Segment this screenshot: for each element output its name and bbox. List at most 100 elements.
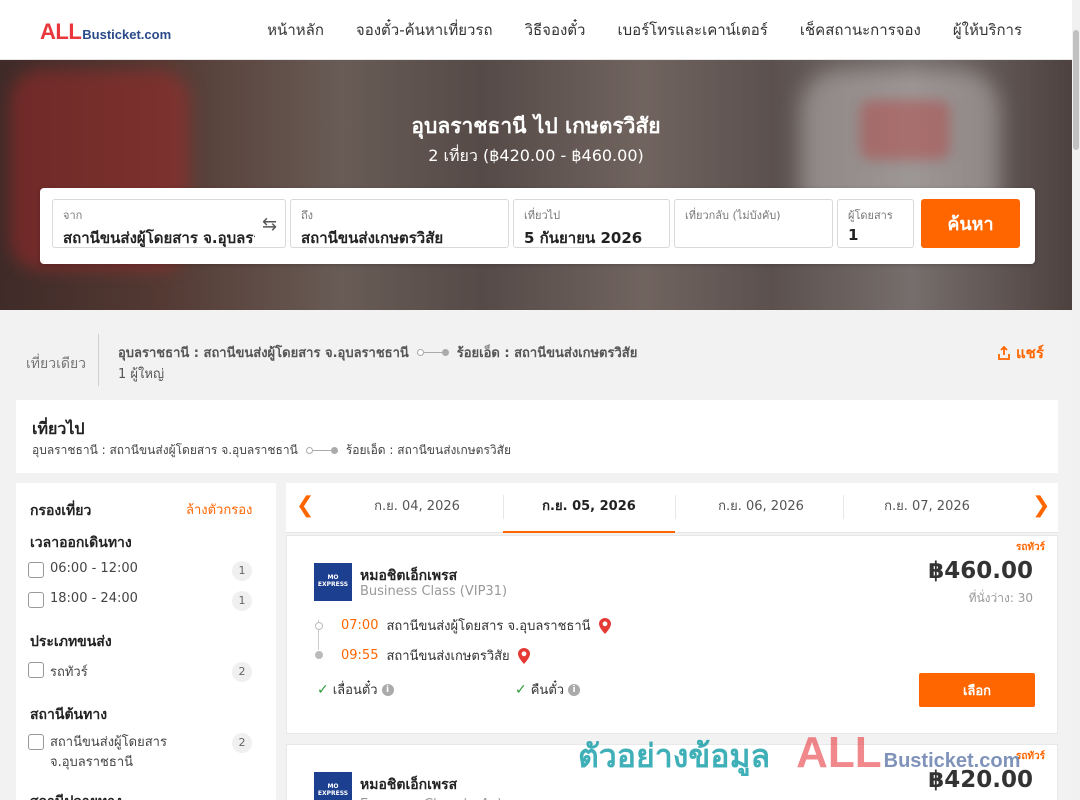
info-icon[interactable]: i — [568, 683, 581, 696]
operator-logo-text: MO EXPRESS — [317, 783, 349, 797]
date-tab-2-active[interactable]: ก.ย. 05, 2026 — [503, 483, 675, 533]
departure-time: 07:00 — [341, 618, 379, 633]
feature-label: เลื่อนตั๋ว — [332, 683, 378, 698]
filter-group-destination-station: สถานีปลายทาง — [30, 791, 122, 800]
select-trip-button[interactable]: เลือก — [919, 673, 1035, 707]
ticket-price: ฿420.00 — [928, 767, 1033, 793]
vehicle-type-badge: รถทัวร์ — [1015, 542, 1045, 553]
ticket-price: ฿460.00 — [928, 558, 1033, 584]
map-pin-icon[interactable] — [598, 617, 611, 634]
nav-home[interactable]: หน้าหลัก — [267, 18, 324, 42]
filter-option-origin-station[interactable]: สถานีขนส่งผู้โดยสาร จ.อุบลราชธานี — [28, 733, 167, 773]
check-icon: ✓ — [317, 681, 329, 698]
logo-main: ALL — [40, 19, 82, 44]
date-tab-4[interactable]: ก.ย. 07, 2026 — [841, 483, 1013, 533]
filter-title: กรองเที่ยว — [30, 503, 92, 519]
seat-class: Business Class (VIP31) — [360, 584, 508, 599]
filter-option-label: 18:00 - 24:00 — [50, 591, 138, 606]
nav-operators[interactable]: ผู้ให้บริการ — [953, 18, 1022, 42]
operator-logo-text: MO EXPRESS — [317, 574, 349, 588]
site-logo[interactable]: ALL Busticket.com — [40, 19, 171, 45]
filter-group-transport-type: ประเภทขนส่ง — [30, 634, 112, 650]
share-icon — [998, 345, 1010, 360]
nav-book-search[interactable]: จองตั๋ว-ค้นหาเที่ยวรถ — [356, 18, 493, 42]
filter-option-label: สถานีขนส่งผู้โดยสาร จ.อุบลราชธานี — [50, 733, 167, 773]
arrival-stop: 09:55 สถานีขนส่งเกษตรวิสัย — [341, 645, 530, 666]
filter-option-line: สถานีขนส่งผู้โดยสาร — [50, 735, 167, 750]
trip-type: เที่ยวเดียว — [26, 356, 87, 372]
share-label: แชร์ — [1016, 344, 1044, 362]
date-tab-3[interactable]: ก.ย. 06, 2026 — [675, 483, 847, 533]
feature-label: คืนตั๋ว — [530, 683, 565, 698]
share-button[interactable]: แชร์ — [996, 341, 1044, 365]
route-subtitle: 2 เที่ยว (฿420.00 - ฿460.00) — [428, 146, 644, 165]
timeline-start-dot — [315, 622, 323, 630]
checkbox[interactable] — [28, 592, 44, 608]
main-nav: หน้าหลัก จองตั๋ว-ค้นหาเที่ยวรถ วิธีจองตั… — [267, 0, 1022, 60]
nav-check-booking[interactable]: เช็คสถานะการจอง — [800, 18, 921, 42]
filter-sidebar: กรองเที่ยว ล้างตัวกรอง เวลาออกเดินทาง 06… — [16, 483, 276, 800]
trip-card: รถทัวร์ MO EXPRESS หมอชิตเอ็กเพรส Econom… — [286, 744, 1058, 800]
departure-title: เที่ยวไป — [32, 419, 85, 438]
departure-station: สถานีขนส่งผู้โดยสาร จ.อุบลราชธานี — [386, 619, 591, 634]
depart-value: 5 กันยายน 2026 — [524, 229, 643, 247]
filter-count-badge: 1 — [232, 561, 252, 581]
filter-group-departure-time: เวลาออกเดินทาง — [30, 535, 132, 551]
page-scrollbar[interactable] — [1072, 0, 1080, 800]
from-value: สถานีขนส่งผู้โดยสาร จ.อุบลราชธานี — [63, 229, 255, 247]
filter-group-origin-station: สถานีต้นทาง — [30, 707, 108, 723]
return-date-field[interactable]: เที่ยวกลับ (ไม่บังคับ) — [674, 199, 833, 248]
to-field[interactable]: ถึง สถานีขนส่งเกษตรวิสัย — [290, 199, 509, 248]
scrollbar-thumb[interactable] — [1073, 30, 1079, 150]
operator-logo: MO EXPRESS — [314, 563, 352, 601]
summary-destination: ร้อยเอ็ด : สถานีขนส่งเกษตรวิสัย — [456, 346, 638, 361]
trip-summary: เที่ยวเดียว อุบลราชธานี : สถานีขนส่งผู้โ… — [0, 310, 1072, 400]
depart-label: เที่ยวไป — [524, 209, 561, 222]
info-icon[interactable]: i — [381, 683, 394, 696]
swap-icon[interactable]: ⇆ — [262, 214, 277, 235]
logo-sub: Busticket.com — [82, 27, 172, 42]
checkbox[interactable] — [28, 734, 44, 750]
to-value: สถานีขนส่งเกษตรวิสัย — [301, 229, 444, 247]
nav-contact-counters[interactable]: เบอร์โทรและเคาน์เตอร์ — [617, 18, 767, 42]
feature-refund: ✓ คืนตั๋ว i — [515, 679, 581, 700]
from-label: จาก — [63, 209, 83, 222]
map-pin-icon[interactable] — [517, 647, 530, 664]
date-tab-1[interactable]: ก.ย. 04, 2026 — [331, 483, 503, 533]
summary-origin: อุบลราชธานี : สถานีขนส่งผู้โดยสาร จ.อุบล… — [118, 346, 409, 361]
to-label: ถึง — [301, 209, 314, 222]
passenger-count: 1 ผู้ใหญ่ — [118, 367, 165, 382]
summary-route: อุบลราชธานี : สถานีขนส่งผู้โดยสาร จ.อุบล… — [118, 342, 637, 363]
clear-filters-link[interactable]: ล้างตัวกรอง — [186, 499, 252, 520]
departure-destination: ร้อยเอ็ด : สถานีขนส่งเกษตรวิสัย — [345, 443, 511, 457]
checkbox[interactable] — [28, 662, 44, 678]
departure-route: อุบลราชธานี : สถานีขนส่งผู้โดยสาร จ.อุบล… — [32, 441, 511, 460]
pax-label: ผู้โดยสาร — [848, 209, 893, 222]
check-icon: ✓ — [515, 681, 527, 698]
arrival-station: สถานีขนส่งเกษตรวิสัย — [386, 649, 510, 664]
hero-banner: อุบลราชธานี ไป เกษตรวิสัย 2 เที่ยว (฿420… — [0, 60, 1072, 310]
route-connector-icon — [416, 349, 449, 356]
chevron-right-icon[interactable]: ❯ — [1032, 493, 1050, 518]
divider — [98, 334, 99, 386]
filter-option-tour-bus[interactable]: รถทัวร์ — [28, 661, 88, 682]
from-field[interactable]: จาก สถานีขนส่งผู้โดยสาร จ.อุบลราชธานี — [52, 199, 286, 248]
depart-date-field[interactable]: เที่ยวไป 5 กันยายน 2026 — [513, 199, 670, 248]
filter-count-badge: 2 — [232, 733, 252, 753]
pax-value: 1 — [848, 226, 859, 244]
checkbox[interactable] — [28, 562, 44, 578]
departure-stop: 07:00 สถานีขนส่งผู้โดยสาร จ.อุบลราชธานี — [341, 615, 611, 636]
route-title: อุบลราชธานี ไป เกษตรวิสัย — [411, 114, 661, 138]
filter-option-evening[interactable]: 18:00 - 24:00 — [28, 591, 138, 608]
top-header: ALL Busticket.com หน้าหลัก จองตั๋ว-ค้นหา… — [0, 0, 1080, 60]
trip-card: รถทัวร์ MO EXPRESS หมอชิตเอ็กเพรส Busine… — [286, 535, 1058, 734]
filter-count-badge: 2 — [232, 662, 252, 682]
nav-how-to-book[interactable]: วิธีจองตั๋ว — [525, 18, 586, 42]
search-button[interactable]: ค้นหา — [921, 199, 1020, 248]
filter-option-morning[interactable]: 06:00 - 12:00 — [28, 561, 138, 578]
search-form: จาก สถานีขนส่งผู้โดยสาร จ.อุบลราชธานี ⇆ … — [40, 188, 1035, 264]
seats-available: ที่นั่งว่าง: 30 — [968, 591, 1033, 605]
arrival-time: 09:55 — [341, 648, 379, 663]
chevron-left-icon[interactable]: ❮ — [296, 493, 314, 518]
passenger-field[interactable]: ผู้โดยสาร 1 — [837, 199, 914, 248]
